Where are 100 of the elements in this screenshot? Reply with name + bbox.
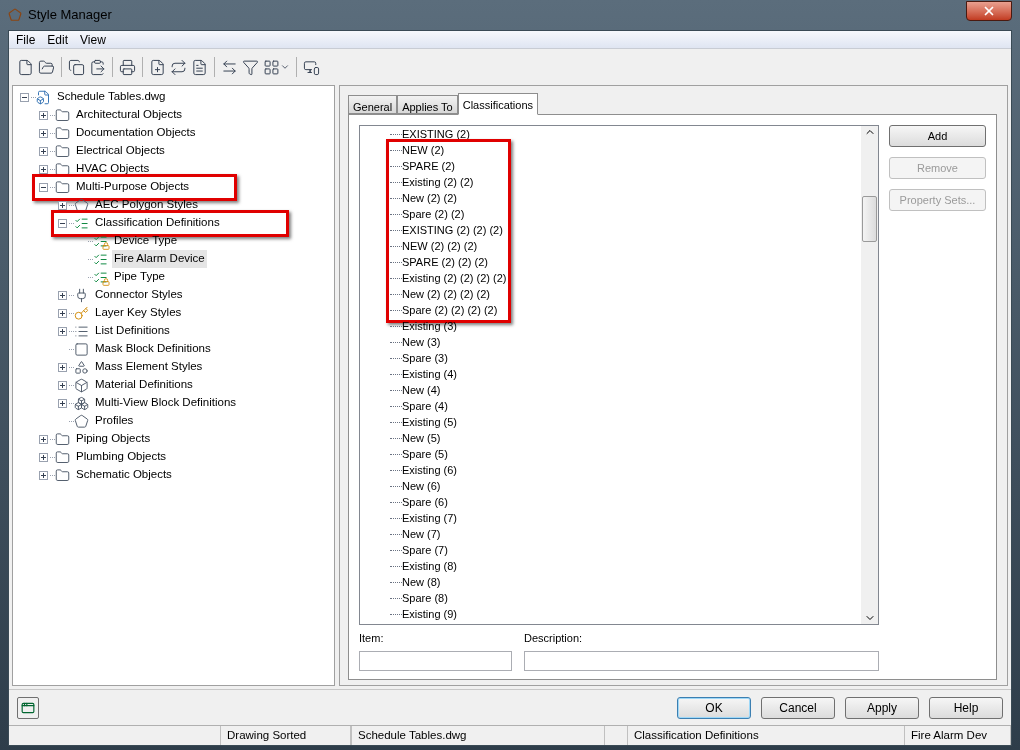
classification-item[interactable]: Spare (2) (2) (2) (2) — [402, 301, 498, 319]
classification-item[interactable]: Existing (4) — [402, 365, 458, 383]
scroll-thumb[interactable] — [862, 196, 877, 242]
classification-item[interactable]: New (2) (2) (2) (2) — [402, 285, 490, 303]
tree-item[interactable]: Schematic Objects — [74, 466, 174, 484]
open-folder-icon[interactable] — [38, 58, 55, 76]
expand-toggle[interactable] — [57, 362, 67, 372]
loop-icon[interactable] — [170, 58, 187, 76]
close-button[interactable] — [966, 1, 1012, 21]
expand-toggle[interactable] — [38, 452, 48, 462]
dialog-button[interactable]: Help — [929, 696, 1003, 719]
classification-item[interactable]: Existing (5) — [402, 413, 458, 431]
tree-item[interactable]: Plumbing Objects — [74, 448, 169, 466]
expand-toggle[interactable] — [57, 380, 67, 390]
dialog-button[interactable]: Apply — [845, 696, 919, 719]
tree-item[interactable]: Fire Alarm Device — [112, 250, 207, 268]
tree-item[interactable]: List Definitions — [93, 322, 172, 340]
tree-item[interactable]: Schedule Tables.dwg — [55, 88, 168, 106]
tree-item[interactable]: Electrical Objects — [74, 142, 167, 160]
tree-item[interactable]: Architectural Objects — [74, 106, 185, 124]
classification-item[interactable]: New (7) — [402, 525, 441, 543]
classification-item[interactable]: Spare (4) — [402, 397, 448, 415]
tab[interactable]: Applies To — [397, 95, 458, 114]
classification-item[interactable]: Existing (2) (2) (2) (2) — [402, 269, 507, 287]
tree-item[interactable]: Multi-View Block Definitions — [93, 394, 239, 412]
square-icon — [74, 341, 89, 357]
classification-item[interactable]: Existing (6) — [402, 461, 458, 479]
classification-item[interactable]: Existing (2) (2) — [402, 173, 474, 191]
devices-icon[interactable] — [303, 58, 320, 76]
classification-item[interactable]: New (5) — [402, 429, 441, 447]
printer-icon[interactable] — [119, 58, 136, 76]
menu-item[interactable]: Edit — [42, 30, 74, 49]
scrollbar[interactable] — [861, 126, 878, 624]
side-button[interactable]: Add — [889, 125, 986, 147]
tree-item[interactable]: Documentation Objects — [74, 124, 198, 142]
classification-item[interactable]: Existing (9) — [402, 605, 458, 623]
tree-item[interactable]: Layer Key Styles — [93, 304, 184, 322]
paste-icon[interactable] — [89, 58, 106, 76]
classification-item[interactable]: Spare (5) — [402, 445, 448, 463]
menu-item[interactable]: View — [75, 30, 111, 49]
classification-item[interactable]: NEW (2) (2) (2) — [402, 237, 478, 255]
tree-item[interactable]: Mask Block Definitions — [93, 340, 213, 358]
tree-item[interactable]: Material Definitions — [93, 376, 195, 394]
tree-item[interactable]: HVAC Objects — [74, 160, 152, 178]
expand-toggle[interactable] — [57, 308, 67, 318]
classification-item[interactable]: Spare (2) (2) — [402, 205, 465, 223]
tree-item[interactable]: Mass Element Styles — [93, 358, 205, 376]
tree-item[interactable]: Pipe Type — [112, 268, 167, 286]
expand-toggle[interactable] — [57, 398, 67, 408]
classification-item[interactable]: New (8) — [402, 573, 441, 591]
expand-toggle[interactable] — [38, 164, 48, 174]
menu-item[interactable]: File — [11, 30, 41, 49]
expand-toggle[interactable] — [57, 290, 67, 300]
classification-item[interactable]: Existing (8) — [402, 557, 458, 575]
file-icon[interactable] — [17, 58, 34, 76]
expand-toggle[interactable] — [38, 110, 48, 120]
classification-item[interactable]: Spare (8) — [402, 589, 448, 607]
tab[interactable]: Classifications — [457, 93, 538, 115]
classification-item[interactable]: New (2) (2) — [402, 189, 457, 207]
classification-item[interactable]: New (6) — [402, 477, 441, 495]
status-text: Classification Definitions — [627, 726, 905, 745]
classification-item[interactable]: Spare (3) — [402, 349, 448, 367]
new-style-icon[interactable] — [149, 58, 166, 76]
expand-toggle[interactable] — [38, 434, 48, 444]
classification-item[interactable]: SPARE (2) — [402, 157, 455, 175]
tree-item[interactable]: Profiles — [93, 412, 136, 430]
classification-item[interactable]: Existing (3) — [402, 317, 458, 335]
tree-item[interactable]: Multi-Purpose Objects — [74, 178, 192, 196]
classification-item[interactable]: Spare (7) — [402, 541, 448, 559]
classification-item[interactable]: New (3) — [402, 333, 441, 351]
tree-item[interactable]: Piping Objects — [74, 430, 153, 448]
classification-item[interactable]: Spare (6) — [402, 493, 448, 511]
text-field[interactable] — [524, 650, 879, 671]
filter-icon[interactable] — [242, 58, 259, 76]
classification-item[interactable]: NEW (2) — [402, 141, 445, 159]
tree-item[interactable]: AEC Polygon Styles — [93, 196, 200, 214]
collapse-toggle[interactable] — [57, 218, 67, 228]
expand-toggle[interactable] — [38, 146, 48, 156]
dialog-button[interactable]: Cancel — [761, 696, 835, 719]
collapse-toggle[interactable] — [38, 182, 48, 192]
expand-toggle[interactable] — [38, 128, 48, 138]
classification-item[interactable]: New (4) — [402, 381, 441, 399]
dialog-button[interactable]: OK — [677, 696, 751, 719]
expand-toggle[interactable] — [57, 200, 67, 210]
tree-item[interactable]: Classification Definitions — [93, 214, 222, 232]
classification-item[interactable]: Existing (7) — [402, 509, 458, 527]
expand-toggle[interactable] — [57, 326, 67, 336]
classification-item[interactable]: SPARE (2) (2) (2) — [402, 253, 488, 271]
document-icon[interactable] — [191, 58, 208, 76]
tab[interactable]: General — [348, 95, 398, 114]
copy-icon[interactable] — [68, 58, 85, 76]
window-toggle-icon[interactable] — [17, 696, 39, 719]
swap-icon[interactable] — [221, 58, 238, 76]
expand-toggle[interactable] — [38, 470, 48, 480]
text-field[interactable] — [359, 650, 512, 671]
classification-item[interactable]: EXISTING (2) (2) (2) — [402, 221, 503, 239]
tree-item[interactable]: Device Type — [112, 232, 180, 250]
grid-view-icon[interactable] — [263, 58, 290, 76]
tree-item[interactable]: Connector Styles — [93, 286, 185, 304]
collapse-toggle[interactable] — [19, 92, 29, 102]
